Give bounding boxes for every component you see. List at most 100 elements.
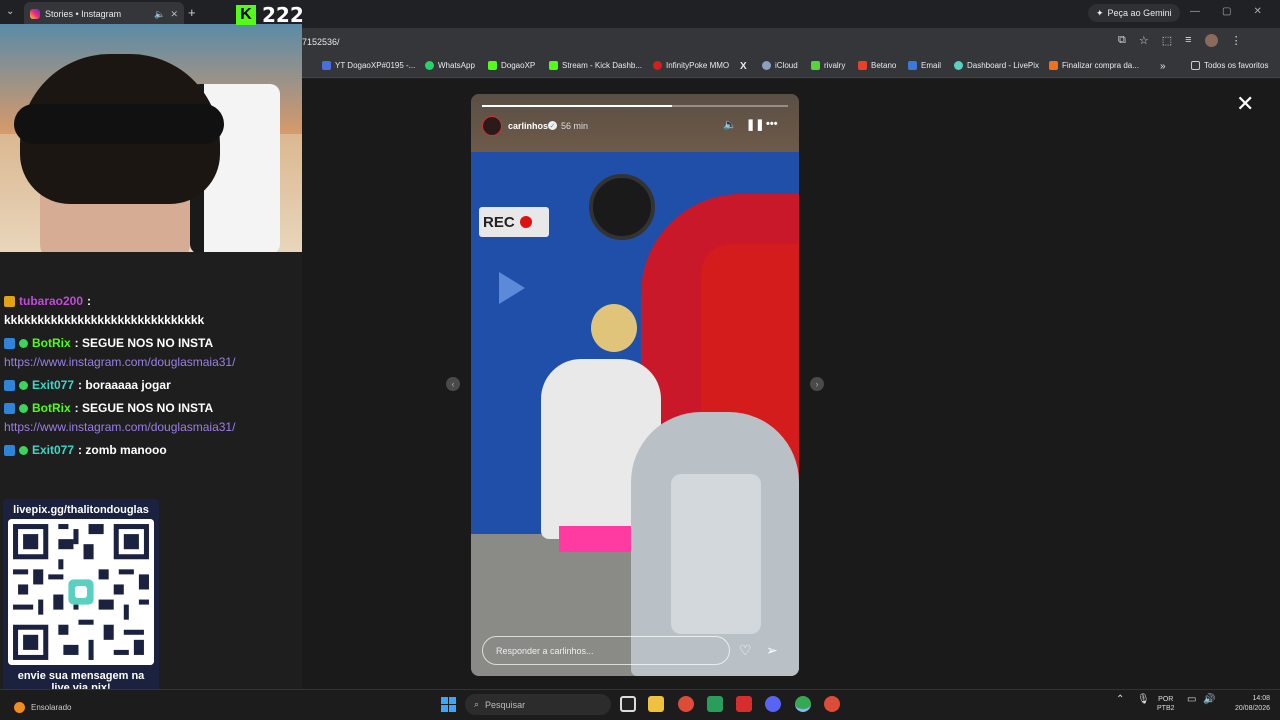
new-tab-button[interactable]: + bbox=[188, 5, 196, 20]
x-logo-icon: X bbox=[740, 61, 747, 72]
viewer-count: 222 bbox=[262, 3, 304, 27]
start-button[interactable] bbox=[441, 697, 456, 712]
next-story-icon[interactable]: › bbox=[810, 377, 824, 391]
weather-label: Ensolarado bbox=[31, 703, 72, 712]
chat-message: BotRix : SEGUE NOS NO INSTA bbox=[4, 336, 213, 350]
email-icon bbox=[908, 61, 917, 70]
tab-search-icon[interactable]: ⌄ bbox=[6, 6, 14, 17]
bookmark-item[interactable]: InfinityPoke MMO bbox=[653, 61, 729, 70]
bookmark-item[interactable]: YT DogaoXP#0195 -... bbox=[322, 61, 415, 70]
bookmark-item[interactable]: Stream - Kick Dashb... bbox=[549, 61, 642, 70]
gym-machine-panel bbox=[671, 474, 761, 634]
story-username[interactable]: carlinhos bbox=[508, 121, 548, 131]
url-field[interactable]: 7152536/ bbox=[302, 37, 340, 47]
file-explorer-icon[interactable] bbox=[648, 696, 664, 712]
story-avatar[interactable] bbox=[482, 116, 502, 136]
qr-code bbox=[8, 519, 154, 665]
tab-audio-icon[interactable]: 🔈 bbox=[154, 9, 165, 20]
profile-avatar[interactable] bbox=[1204, 34, 1218, 47]
like-heart-icon[interactable]: ♡ bbox=[739, 642, 752, 659]
tab-close-icon[interactable]: ✕ bbox=[170, 9, 178, 20]
search-icon: ⌕ bbox=[474, 699, 480, 709]
livepix-icon bbox=[954, 61, 963, 70]
weather-widget[interactable]: Ensolarado bbox=[14, 702, 71, 713]
crown-badge-icon bbox=[4, 295, 15, 307]
browser-menu-icon[interactable]: ⋮ bbox=[1231, 34, 1242, 47]
folder-icon bbox=[1191, 61, 1200, 70]
gemini-button[interactable]: ✦ Peça ao Gemini bbox=[1088, 4, 1180, 22]
mute-icon[interactable]: 🔈 bbox=[723, 118, 737, 131]
pause-icon[interactable]: ❚❚ bbox=[746, 118, 764, 131]
bookmark-item[interactable]: WhatsApp bbox=[425, 61, 475, 70]
play-sign-icon bbox=[499, 272, 525, 304]
tab-instagram-stories[interactable]: Stories • Instagram 🔈 ✕ bbox=[24, 2, 184, 26]
chat-message-continuation: kkkkkkkkkkkkkkkkkkkkkkkkkkkkkk bbox=[4, 313, 204, 327]
bookmark-item[interactable]: Finalizar compra da... bbox=[1049, 61, 1139, 70]
bookmark-item[interactable]: Email bbox=[908, 61, 941, 70]
discord-icon[interactable] bbox=[765, 696, 781, 712]
more-options-icon[interactable]: ••• bbox=[766, 118, 778, 130]
bookmarks-overflow-icon[interactable]: » bbox=[1160, 61, 1166, 72]
verified-badge-icon bbox=[19, 338, 28, 348]
tray-overflow-icon[interactable]: ⌃ bbox=[1116, 695, 1124, 705]
icloud-icon bbox=[762, 61, 771, 70]
bookmark-item[interactable]: X bbox=[740, 61, 747, 72]
bookmark-item[interactable]: Dashboard - LivePix bbox=[954, 61, 1039, 70]
all-bookmarks-button[interactable]: Todos os favoritos bbox=[1191, 61, 1268, 70]
reply-input[interactable]: Responder a carlinhos... bbox=[482, 636, 730, 665]
chrome-icon[interactable] bbox=[824, 696, 840, 712]
bookmark-star-icon[interactable]: ☆ bbox=[1139, 34, 1149, 47]
bookmark-item[interactable]: rivalry bbox=[811, 61, 845, 70]
kick-icon bbox=[488, 61, 497, 70]
rivalry-icon bbox=[811, 61, 820, 70]
media-controls-icon[interactable]: ≡ bbox=[1185, 34, 1191, 47]
moderator-badge-icon bbox=[4, 402, 15, 414]
chat-username: tubarao200 bbox=[19, 294, 84, 308]
story-frame[interactable]: REC carlinhos ✓ 56 min 🔈 ❚❚ ••• Responde… bbox=[471, 94, 799, 676]
story-timestamp: 56 min bbox=[561, 121, 589, 131]
send-direct-icon[interactable]: ➢ bbox=[766, 642, 778, 659]
bookmark-favicon-icon bbox=[322, 61, 331, 70]
gemini-label: Peça ao Gemini bbox=[1107, 8, 1172, 18]
app-icon[interactable] bbox=[736, 696, 752, 712]
task-view-icon[interactable] bbox=[620, 696, 636, 712]
chrome-icon[interactable] bbox=[678, 696, 694, 712]
chat-text: : SEGUE NOS NO INSTA bbox=[74, 336, 214, 350]
moderator-badge-icon bbox=[4, 379, 15, 391]
rec-sign: REC bbox=[479, 207, 549, 237]
bookmark-item[interactable]: Betano bbox=[858, 61, 896, 70]
chat-username: BotRix bbox=[32, 401, 71, 415]
moderator-badge-icon bbox=[4, 337, 15, 349]
close-story-icon[interactable]: ✕ bbox=[1236, 93, 1254, 115]
window-close-button[interactable]: ✕ bbox=[1253, 6, 1261, 17]
minimize-button[interactable]: — bbox=[1190, 6, 1200, 17]
network-icon[interactable]: ▭ bbox=[1187, 695, 1196, 705]
chrome-active-icon[interactable] bbox=[795, 696, 811, 712]
verified-badge-icon bbox=[19, 380, 28, 390]
chat-text: : bbox=[87, 294, 92, 308]
app-icon[interactable] bbox=[707, 696, 723, 712]
chat-link[interactable]: https://www.instagram.com/douglasmaia31/ bbox=[4, 420, 235, 434]
weight-plate bbox=[589, 174, 655, 240]
install-app-icon[interactable]: ⧉ bbox=[1118, 34, 1126, 47]
clock[interactable]: 14:08 20/08/2026 bbox=[1222, 694, 1270, 714]
language-indicator[interactable]: POR PTB2 bbox=[1157, 695, 1175, 713]
gemini-icon: ✦ bbox=[1096, 7, 1104, 18]
microphone-icon[interactable]: 🎙 bbox=[1137, 695, 1150, 705]
volume-icon[interactable]: 🔊 bbox=[1203, 695, 1215, 705]
maximize-button[interactable]: ▢ bbox=[1222, 6, 1231, 17]
chat-username: Exit077 bbox=[32, 378, 75, 392]
chat-link[interactable]: https://www.instagram.com/douglasmaia31/ bbox=[4, 355, 235, 369]
chat-username: Exit077 bbox=[32, 443, 75, 457]
verified-badge-icon bbox=[19, 403, 28, 413]
bookmark-item[interactable]: DogaoXP bbox=[488, 61, 535, 70]
story-progress-bar bbox=[482, 105, 788, 107]
previous-story-icon[interactable]: ‹ bbox=[446, 377, 460, 391]
chat-message: BotRix : SEGUE NOS NO INSTA bbox=[4, 401, 213, 415]
taskbar-search[interactable]: ⌕ Pesquisar bbox=[465, 694, 611, 715]
kick-viewer-counter: K 222 bbox=[236, 3, 304, 27]
extensions-icon[interactable]: ⬚ bbox=[1162, 34, 1172, 47]
taskbar bbox=[0, 689, 1280, 720]
verified-badge-icon: ✓ bbox=[548, 121, 557, 130]
bookmark-item[interactable]: iCloud bbox=[762, 61, 798, 70]
